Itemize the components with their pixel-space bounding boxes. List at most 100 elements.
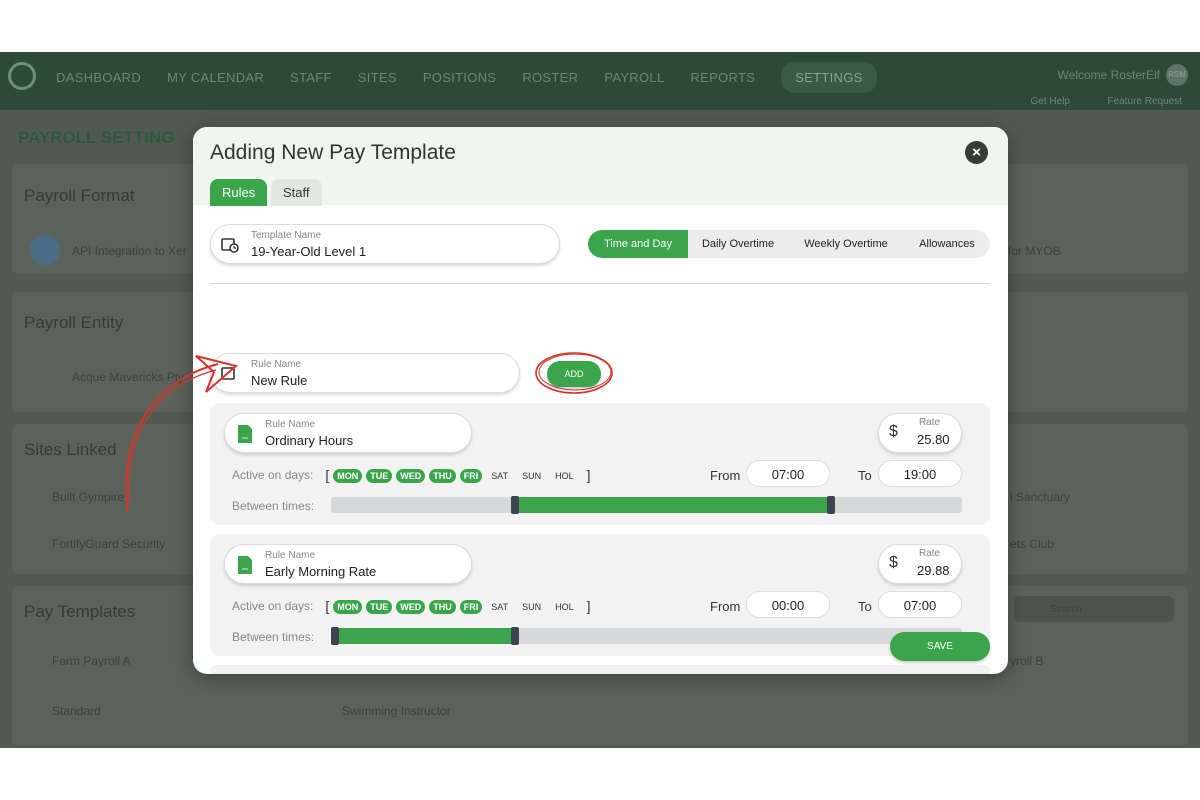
close-icon: × (972, 144, 981, 161)
time-range-slider[interactable] (331, 627, 962, 645)
logo-icon (8, 62, 36, 90)
bracket-open: [ (325, 467, 330, 483)
to-label: To (858, 468, 872, 483)
time-range-fill (515, 497, 831, 513)
pay-templates-heading: Pay Templates (24, 602, 136, 621)
svg-text:csv: csv (242, 566, 248, 571)
nav-item-positions[interactable]: POSITIONS (423, 70, 497, 93)
rule-card: csv Rule Name Ordinary Hours $ Rate 25.8… (210, 403, 990, 525)
day-toggle-sat[interactable]: SAT (486, 600, 513, 614)
day-toggle-sun[interactable]: SUN (517, 600, 546, 614)
rule-card-partial (210, 665, 990, 674)
nav-item-reports[interactable]: REPORTS (690, 70, 755, 93)
segment-allowances[interactable]: Allowances (904, 230, 990, 258)
dollar-icon: $ (889, 554, 898, 571)
payroll-format-heading: Payroll Format (24, 186, 135, 205)
template-name-value: 19-Year-Old Level 1 (251, 244, 367, 259)
feature-request-link[interactable]: Feature Request (1108, 96, 1183, 107)
day-toggle-sun[interactable]: SUN (517, 469, 546, 483)
nav-item-settings[interactable]: SETTINGS (781, 62, 877, 93)
template-item: yroll B (1010, 654, 1044, 668)
nav-item-sites[interactable]: SITES (358, 70, 397, 93)
annotation-arrow (125, 355, 239, 513)
from-time-input[interactable]: 00:00 (746, 591, 830, 618)
save-button[interactable]: SAVE (890, 632, 990, 661)
add-button[interactable]: ADD (547, 361, 601, 387)
search-input[interactable] (1014, 596, 1174, 622)
tab-rules[interactable]: Rules (210, 179, 268, 206)
slider-start-handle[interactable] (511, 496, 520, 514)
help-link[interactable]: Get Help (1031, 96, 1070, 107)
segment-daily-overtime[interactable]: Daily Overtime (688, 230, 788, 258)
day-toggle-sat[interactable]: SAT (486, 469, 513, 483)
nav-item-staff[interactable]: STAFF (290, 70, 332, 93)
day-toggle-mon[interactable]: MON (333, 600, 363, 614)
api-integration-text: API Integration to Xer (72, 244, 187, 258)
slider-end-handle[interactable] (826, 496, 835, 514)
top-nav: DASHBOARD MY CALENDAR STAFF SITES POSITIONS R… (0, 52, 1200, 110)
rule-name-value: Early Morning Rate (265, 564, 377, 579)
slider-start-handle[interactable] (331, 627, 339, 645)
day-toggle-thu[interactable]: THU (429, 469, 456, 483)
rate-label: Rate (919, 548, 941, 559)
day-toggle-tue[interactable]: TUE (366, 469, 393, 483)
day-toggle-hol[interactable]: HOL (550, 469, 579, 483)
rule-type-segmented: Time and Day Daily Overtime Weekly Overt… (588, 230, 990, 258)
from-label: From (710, 599, 741, 614)
screenshot-frame: DASHBOARD MY CALENDAR STAFF SITES POSITIONS R… (0, 52, 1200, 748)
rule-name-field[interactable]: csv Rule Name Early Morning Rate (224, 544, 472, 584)
rate-field[interactable]: $ Rate 25.80 (878, 413, 962, 453)
dollar-icon: $ (889, 423, 898, 440)
close-button[interactable]: × (965, 141, 988, 164)
rate-value: 25.80 (917, 432, 950, 447)
day-toggle-thu[interactable]: THU (429, 600, 456, 614)
template-item: Standard (52, 704, 101, 718)
rate-value: 29.88 (917, 563, 950, 578)
bracket-open: [ (325, 598, 330, 614)
site-item: ets Club (1010, 537, 1055, 551)
to-label: To (858, 599, 872, 614)
nav-item-dashboard[interactable]: DASHBOARD (56, 70, 141, 93)
slider-end-handle[interactable] (511, 627, 520, 645)
nav-item-payroll[interactable]: PAYROLL (604, 70, 664, 93)
csv-file-icon: csv (238, 556, 252, 574)
template-item: Farm Payroll A (52, 654, 131, 668)
day-toggles: MON TUE WED THU FRI SAT SUN HOL (333, 468, 582, 483)
template-name-label: Template Name (251, 230, 322, 241)
site-item: Built Gympire (52, 490, 125, 504)
bracket-close: ] (586, 467, 591, 483)
to-time-input[interactable]: 07:00 (878, 591, 962, 618)
time-range-fill (331, 628, 516, 644)
avatar[interactable]: RSM (1166, 64, 1188, 86)
day-toggle-hol[interactable]: HOL (550, 600, 579, 614)
site-item: l Sanctuary (1010, 490, 1071, 504)
tab-staff[interactable]: Staff (271, 179, 322, 206)
template-name-field[interactable]: Template Name 19-Year-Old Level 1 (210, 224, 560, 264)
bracket-close: ] (586, 598, 591, 614)
to-time-input[interactable]: 19:00 (878, 460, 962, 487)
segment-time-and-day[interactable]: Time and Day (588, 230, 688, 258)
nav-item-my-calendar[interactable]: MY CALENDAR (167, 70, 264, 93)
page-title: PAYROLL SETTING (18, 128, 175, 147)
welcome-text: Welcome RosterElf (1057, 68, 1160, 82)
template-item: Swimming Instructor (342, 704, 451, 718)
day-toggle-mon[interactable]: MON (333, 469, 363, 483)
payroll-entity-heading: Payroll Entity (24, 313, 124, 332)
rule-name-label: Rule Name (265, 550, 316, 561)
nav-item-roster[interactable]: ROSTER (522, 70, 578, 93)
from-time-input[interactable]: 07:00 (746, 460, 830, 487)
day-toggle-wed[interactable]: WED (396, 469, 426, 483)
divider (210, 283, 990, 284)
rate-field[interactable]: $ Rate 29.88 (878, 544, 962, 584)
myob-text: for MYOB (1008, 244, 1061, 258)
active-days-row: Active on days: [ MON TUE WED THU FRI SAT SUN H… (232, 597, 595, 615)
time-range-slider[interactable] (331, 496, 962, 514)
day-toggle-wed[interactable]: WED (396, 600, 426, 614)
sites-linked-heading: Sites Linked (24, 440, 117, 459)
day-toggle-fri[interactable]: FRI (459, 600, 483, 614)
rate-label: Rate (919, 417, 941, 428)
day-toggle-tue[interactable]: TUE (366, 600, 393, 614)
segment-weekly-overtime[interactable]: Weekly Overtime (788, 230, 904, 258)
day-toggles: MON TUE WED THU FRI SAT SUN HOL (333, 599, 582, 614)
day-toggle-fri[interactable]: FRI (459, 469, 483, 483)
